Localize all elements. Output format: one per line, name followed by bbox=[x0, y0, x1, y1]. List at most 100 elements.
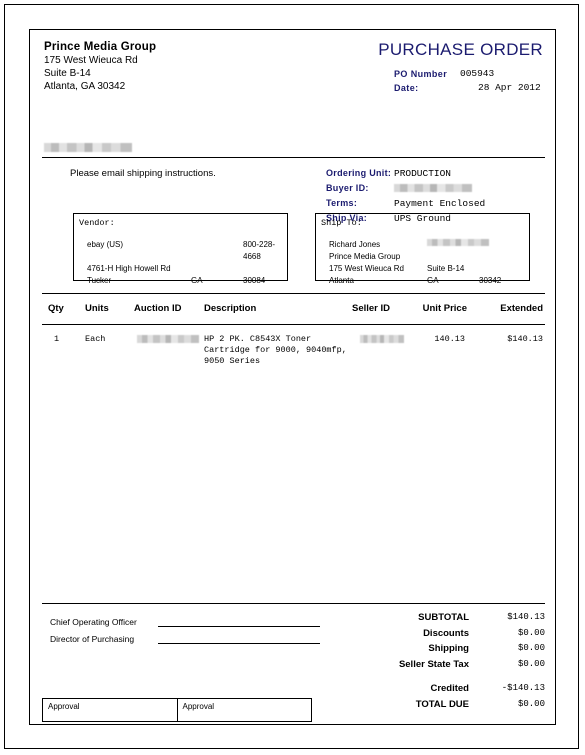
ship-to-phone-redacted bbox=[427, 239, 489, 246]
seller-state-tax-row: Seller State Tax $0.00 bbox=[345, 657, 545, 673]
po-date-label: Date: bbox=[394, 83, 419, 93]
discounts-value: $0.00 bbox=[517, 627, 545, 638]
column-header-auction-id: Auction ID bbox=[134, 303, 182, 314]
shipping-label: Shipping bbox=[428, 643, 469, 654]
discounts-label: Discounts bbox=[423, 627, 469, 639]
cell-qty: 1 bbox=[54, 334, 60, 344]
ship-to-contact-row: Richard Jones bbox=[329, 239, 525, 251]
po-date-value: 28 Apr 2012 bbox=[478, 82, 541, 93]
vendor-name-row: ebay (US) 800-228-4668 bbox=[87, 239, 283, 263]
approval-cell-right[interactable]: Approval bbox=[176, 698, 312, 722]
signature-block: Chief Operating Officer Director of Purc… bbox=[50, 610, 320, 644]
header-divider bbox=[42, 157, 545, 158]
buyer-id-label: Buyer ID: bbox=[326, 183, 369, 193]
subtotal-label: SUBTOTAL bbox=[418, 612, 469, 623]
vendor-state: GA bbox=[191, 276, 203, 285]
vendor-phone: 800-228-4668 bbox=[243, 240, 276, 261]
ship-to-box: Ship To: Richard Jones Prince Media Grou… bbox=[315, 213, 530, 285]
subtotal-row: SUBTOTAL $140.13 bbox=[345, 610, 545, 626]
ordering-unit-label: Ordering Unit: bbox=[326, 168, 392, 178]
po-date-row: Date: 28 Apr 2012 bbox=[394, 81, 574, 95]
ship-to-box-title: Ship To: bbox=[321, 218, 362, 228]
company-address-line-1: 175 West Wieuca Rd bbox=[44, 55, 138, 66]
po-number-label: PO Number bbox=[394, 69, 448, 79]
po-number-value: 005943 bbox=[460, 68, 495, 79]
coo-signature-row: Chief Operating Officer bbox=[50, 610, 320, 627]
table-top-divider bbox=[42, 293, 545, 294]
cell-extended: $140.13 bbox=[507, 334, 543, 344]
ship-to-city-row: Atlanta GA 30342 bbox=[329, 275, 525, 287]
buyer-id-value-redacted bbox=[394, 184, 472, 192]
ship-to-suite: Suite B-14 bbox=[427, 264, 465, 273]
totals-block: SUBTOTAL $140.13 Discounts $0.00 Shippin… bbox=[345, 610, 545, 712]
terms-value: Payment Enclosed bbox=[394, 198, 486, 209]
redacted-header-text bbox=[44, 143, 132, 152]
vendor-city-row: Tucker GA 30084 bbox=[87, 275, 283, 287]
ship-to-company-row: Prince Media Group bbox=[329, 251, 525, 263]
buyer-id-row: Buyer ID: bbox=[326, 181, 556, 196]
ship-to-city: Atlanta bbox=[329, 276, 354, 285]
column-header-seller-id: Seller ID bbox=[352, 303, 391, 314]
shipping-instructions-note: Please email shipping instructions. bbox=[70, 168, 216, 179]
vendor-box-title: Vendor: bbox=[79, 218, 115, 228]
vendor-box: Vendor: ebay (US) 800-228-4668 4761-H Hi… bbox=[73, 213, 288, 285]
vendor-street-row: 4761-H High Howell Rd bbox=[87, 263, 283, 275]
total-due-value: $0.00 bbox=[517, 698, 545, 709]
column-header-unit-price: Unit Price bbox=[422, 303, 467, 314]
ordering-unit-row: Ordering Unit: PRODUCTION bbox=[326, 166, 556, 181]
ship-to-street: 175 West Wieuca Rd bbox=[329, 264, 404, 273]
total-due-label: TOTAL DUE bbox=[415, 698, 469, 710]
signature-divider bbox=[42, 603, 545, 604]
seller-state-tax-value: $0.00 bbox=[517, 658, 545, 669]
credited-label: Credited bbox=[430, 683, 469, 694]
po-meta-block: PO Number 005943 Date: 28 Apr 2012 bbox=[394, 67, 574, 95]
column-header-units: Units bbox=[85, 303, 109, 314]
company-name: Prince Media Group bbox=[44, 41, 157, 53]
terms-row: Terms: Payment Enclosed bbox=[326, 196, 556, 211]
company-address-line-2: Suite B-14 bbox=[44, 68, 91, 79]
terms-label: Terms: bbox=[326, 198, 358, 208]
purchase-order-document: Prince Media Group 175 West Wieuca Rd Su… bbox=[29, 29, 556, 725]
shipping-value: $0.00 bbox=[517, 643, 545, 653]
approval-row: Approval Approval bbox=[42, 698, 312, 722]
cell-seller-id-redacted bbox=[360, 335, 404, 343]
coo-signature-line[interactable] bbox=[158, 615, 320, 627]
cell-units: Each bbox=[85, 334, 106, 344]
company-block: Prince Media Group 175 West Wieuca Rd Su… bbox=[44, 40, 304, 93]
purchasing-signature-row: Director of Purchasing bbox=[50, 627, 320, 644]
ship-to-zip: 30342 bbox=[479, 276, 502, 285]
shipping-row: Shipping $0.00 bbox=[345, 641, 545, 657]
ship-to-company: Prince Media Group bbox=[329, 252, 401, 261]
vendor-name: ebay (US) bbox=[87, 240, 124, 249]
coo-signature-label: Chief Operating Officer bbox=[50, 617, 137, 627]
table-header-divider bbox=[42, 324, 545, 325]
approval-cell-left[interactable]: Approval bbox=[42, 698, 177, 722]
cell-auction-id-redacted bbox=[137, 335, 199, 343]
cell-description: HP 2 PK. C8543X Toner Cartridge for 9000… bbox=[204, 334, 347, 366]
subtotal-value: $140.13 bbox=[507, 612, 545, 622]
ship-to-state: GA bbox=[427, 276, 439, 285]
ship-to-contact: Richard Jones bbox=[329, 240, 381, 249]
total-due-row: TOTAL DUE $0.00 bbox=[345, 697, 545, 713]
vendor-details: ebay (US) 800-228-4668 4761-H High Howel… bbox=[87, 239, 283, 287]
ship-to-street-row: 175 West Wieuca Rd Suite B-14 bbox=[329, 263, 525, 275]
cell-unit-price: 140.13 bbox=[434, 334, 465, 344]
vendor-city: Tucker bbox=[87, 276, 112, 285]
discounts-row: Discounts $0.00 bbox=[345, 626, 545, 642]
purchasing-signature-label: Director of Purchasing bbox=[50, 634, 135, 644]
credited-value: -$140.13 bbox=[501, 683, 545, 693]
column-header-qty: Qty bbox=[48, 303, 64, 314]
column-header-description: Description bbox=[204, 303, 257, 314]
po-number-row: PO Number 005943 bbox=[394, 67, 574, 81]
column-header-extended: Extended bbox=[500, 303, 543, 314]
purchasing-signature-line[interactable] bbox=[158, 632, 320, 644]
credited-row: Credited -$140.13 bbox=[345, 681, 545, 697]
vendor-street: 4761-H High Howell Rd bbox=[87, 264, 171, 273]
ordering-unit-value: PRODUCTION bbox=[394, 168, 452, 179]
vendor-zip: 30084 bbox=[243, 276, 266, 285]
ship-to-details: Richard Jones Prince Media Group 175 Wes… bbox=[329, 239, 525, 287]
company-address-line-3: Atlanta, GA 30342 bbox=[44, 81, 126, 92]
seller-state-tax-label: Seller State Tax bbox=[398, 658, 469, 670]
totals-spacer bbox=[345, 672, 545, 681]
page-title: PURCHASE ORDER bbox=[378, 40, 543, 59]
